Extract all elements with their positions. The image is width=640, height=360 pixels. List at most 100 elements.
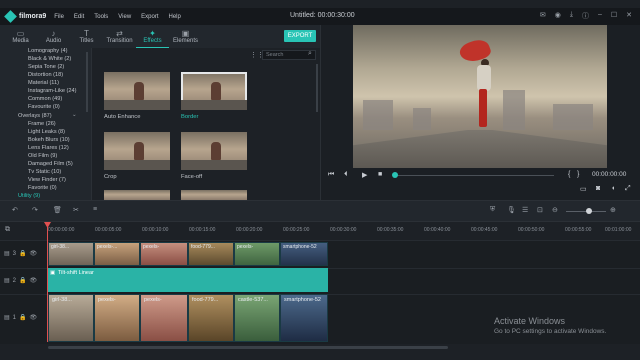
category-item[interactable]: Common (49) [28,96,62,102]
previous-frame-icon[interactable]: ⏮ [328,171,334,179]
tab-audio[interactable]: ♪ Audio [37,25,70,48]
eye-icon[interactable]: 👁 [30,314,38,321]
effect-thumbnail-face-off[interactable] [181,132,247,170]
lock-icon[interactable]: 🔒 [19,277,26,284]
cut-icon[interactable]: ✂ [73,206,79,214]
category-item[interactable]: Light Leaks (8) [28,129,65,135]
shield-icon[interactable]: ⛨ [490,206,495,214]
timeline-scrollbar[interactable] [48,346,448,349]
mark-in-icon[interactable]: { [568,171,570,178]
effects-scrollbar[interactable] [316,64,318,112]
tab-transition[interactable]: ⇄ Transition [103,25,136,48]
undo-icon[interactable]: ↶ [12,206,18,214]
timeline-clip[interactable]: pexels- [140,294,188,342]
category-item[interactable]: Lomography (4) [28,48,68,54]
menu-edit[interactable]: Edit [74,14,84,20]
tab-titles[interactable]: T Titles [70,25,103,48]
zoom-out-icon[interactable]: ⊖ [552,206,558,214]
timeline-clip[interactable]: pexels- [94,294,140,342]
timeline-clip[interactable]: pexels- [234,242,280,266]
maximize-icon[interactable]: ☐ [611,11,617,21]
effect-thumbnail-border[interactable] [181,72,247,110]
category-item[interactable]: View Finder (7) [28,177,66,183]
timeline-clip[interactable]: smartphone-52 [280,242,328,266]
adjust-icon[interactable]: ≡ [93,206,97,213]
tab-effects[interactable]: ✦ Effects [136,25,169,48]
effect-thumbnail-auto-enhance[interactable] [104,72,170,110]
delete-icon[interactable]: 🗑 [53,206,62,214]
timeline-clip[interactable]: girl-38... [48,294,94,342]
eye-icon[interactable]: 👁 [30,250,38,257]
elements-icon: ▣ [181,29,190,38]
effect-clip[interactable]: ▣ Tilt-shift Linear [48,268,328,292]
timeline-clip[interactable]: food-779... [188,294,234,342]
category-item[interactable]: Lens Flares (12) [28,145,69,151]
fullscreen-icon[interactable]: ⤢ [625,185,631,193]
playback-progress[interactable] [394,175,554,176]
timeline-clip[interactable]: pexels- [140,242,188,266]
category-group-overlays[interactable]: Overlays (87) ⌄ [18,112,77,119]
search-icon[interactable]: ⌕ [308,50,312,58]
playhead[interactable] [47,222,48,342]
timeline-clip[interactable]: castle-537... [234,294,280,342]
category-item[interactable]: Tv Static (10) [28,169,61,175]
tab-elements[interactable]: ▣ Elements [169,25,202,48]
menu-bar: File Edit Tools View Export Help [54,14,191,20]
list-icon[interactable]: ☰ [522,206,528,214]
effect-label: Border [181,114,199,120]
eye-icon[interactable]: 👁 [30,277,38,284]
crop-icon[interactable]: ⊡ [537,206,543,214]
category-item[interactable]: Bokeh Blurs (10) [28,137,70,143]
menu-view[interactable]: View [118,14,131,20]
menu-export[interactable]: Export [141,14,158,20]
menu-help[interactable]: Help [169,14,181,20]
lock-icon[interactable]: 🔒 [19,314,26,321]
effect-thumbnail-crop[interactable] [104,132,170,170]
snapshot-icon[interactable]: ◙ [596,185,600,192]
minimize-icon[interactable]: – [598,11,602,21]
playback-handle[interactable] [392,172,398,178]
download-icon[interactable]: ⤓ [570,11,573,21]
microphone-icon[interactable]: 🎙 [507,206,516,214]
zoom-handle[interactable] [586,208,592,214]
display-icon[interactable]: ▭ [580,185,587,193]
category-group-utility[interactable]: Utility (9) [18,193,40,199]
notification-icon[interactable]: ✉ [540,11,546,21]
category-item[interactable]: Damaged Film (5) [28,161,73,167]
zoom-in-icon[interactable]: ⊕ [610,206,616,214]
menu-tools[interactable]: Tools [94,14,108,20]
category-item[interactable]: Distortion (18) [28,72,63,78]
category-item[interactable]: Favourite (0) [28,104,60,110]
category-scrollbar[interactable] [86,52,88,112]
play-icon[interactable]: ▶ [362,171,367,179]
add-track-icon[interactable]: ⧉ [5,226,10,234]
category-item[interactable]: Favorite (0) [28,185,57,191]
close-icon[interactable]: ✕ [626,11,632,21]
timeline-clip[interactable]: girl-38... [48,242,94,266]
category-item[interactable]: Sepia Tone (2) [28,64,64,70]
info-icon[interactable]: ⓘ [582,11,589,21]
export-button[interactable]: EXPORT [284,30,316,42]
category-item[interactable]: Material (11) [28,80,59,86]
step-back-icon[interactable]: ⏴ [344,171,348,179]
stop-icon[interactable]: ■ [378,171,382,178]
redo-icon[interactable]: ↷ [32,206,38,214]
timeline-clip[interactable]: smartphone-52 [280,294,328,342]
volume-icon[interactable]: ◖ [611,185,615,192]
lock-icon[interactable]: 🔒 [19,250,26,257]
mark-out-icon[interactable]: } [577,171,579,178]
category-item[interactable]: Frame (26) [28,121,56,127]
tab-media[interactable]: ▭ Media [4,25,37,48]
menu-file[interactable]: File [54,14,64,20]
timeline-clip[interactable]: pexels-... [94,242,140,266]
app-window: filmora9 File Edit Tools View Export Hel… [0,0,640,360]
account-icon[interactable]: ◉ [555,11,561,21]
tab-label: Effects [143,37,162,44]
preview-video[interactable] [353,25,607,168]
timeline-clip[interactable]: food-779... [188,242,234,266]
category-item[interactable]: Black & White (2) [28,56,71,62]
effect-thumbnail-partial[interactable] [181,190,247,200]
category-item[interactable]: Old Film (9) [28,153,57,159]
effect-thumbnail-partial[interactable] [104,190,170,200]
category-item[interactable]: Instagram-Like (24) [28,88,77,94]
